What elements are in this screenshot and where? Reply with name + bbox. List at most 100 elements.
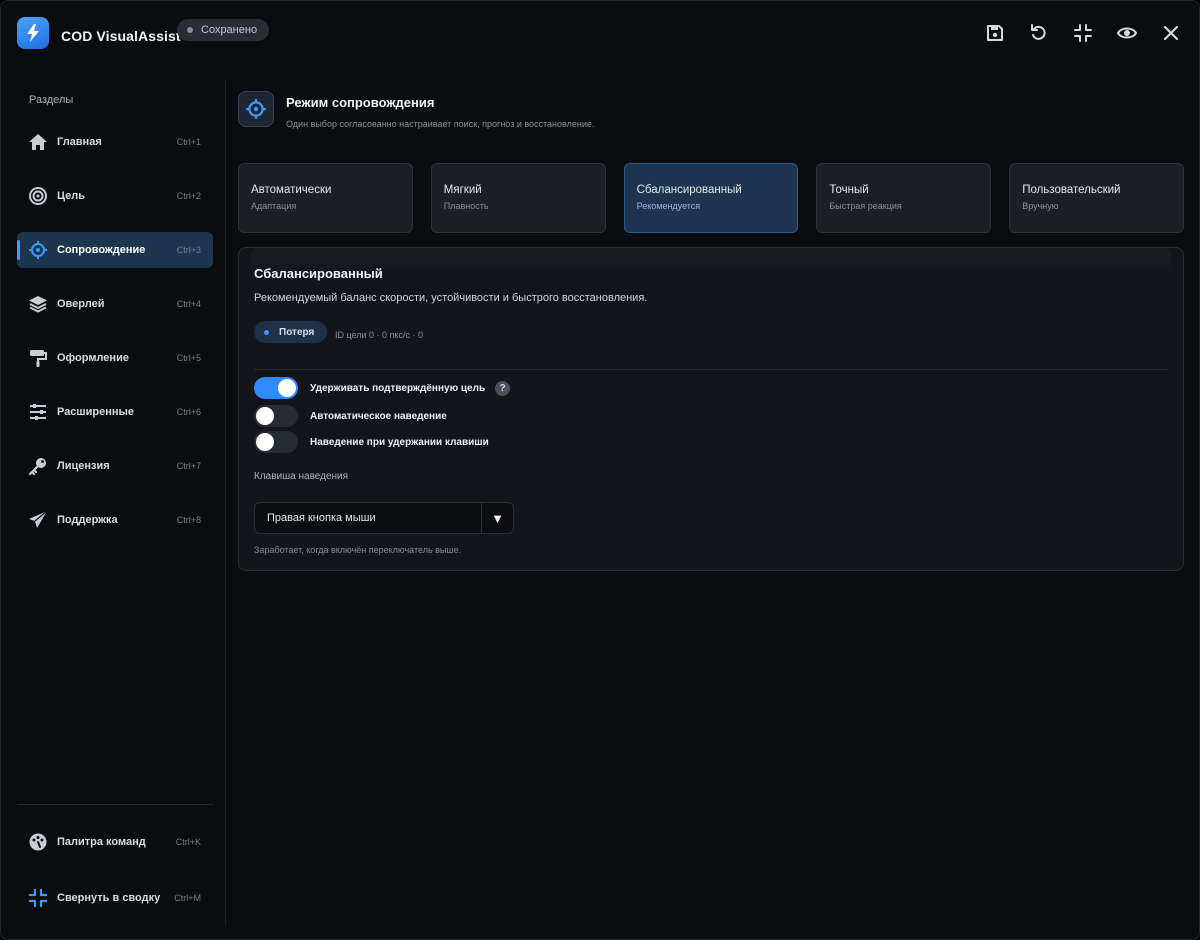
sidebar-item-shortcut: Ctrl+2 (176, 191, 201, 201)
save-icon (987, 25, 1003, 41)
toggle-row-auto-aim: Автоматическое наведение (254, 405, 447, 427)
collapse-button[interactable] (1061, 21, 1105, 45)
aim-key-label: Клавиша наведения (254, 471, 349, 482)
toggle-label: Наведение при удержании клавиши (310, 436, 489, 448)
sidebar-item-shortcut: Ctrl+1 (176, 137, 201, 147)
close-button[interactable] (1149, 21, 1193, 45)
sidebar-item-shortcut: Ctrl+6 (176, 407, 201, 417)
preset-balanced[interactable]: Сбалансированный Рекомендуется (623, 163, 799, 233)
sidebar-item-label: Поддержка (57, 514, 118, 526)
sidebar-item-command-palette[interactable]: Палитра команд Ctrl+K (17, 824, 213, 860)
sidebar-item-target[interactable]: Цель Ctrl+2 (17, 178, 213, 214)
preview-button[interactable] (1105, 21, 1149, 45)
close-icon (1163, 25, 1179, 41)
sidebar-item-support[interactable]: Поддержка Ctrl+8 (17, 502, 213, 538)
paint-roller-icon (27, 347, 49, 369)
toggle-row-hold-key-aim: Наведение при удержании клавиши (254, 431, 489, 453)
sidebar-item-appearance[interactable]: Оформление Ctrl+5 (17, 340, 213, 376)
sidebar-item-label: Оформление (57, 352, 129, 364)
status-badge: Потеря (254, 321, 328, 343)
sidebar-divider (17, 804, 213, 805)
preset-soft[interactable]: Мягкий Плавность (430, 163, 606, 233)
crosshair-icon (27, 239, 49, 261)
layers-icon (27, 293, 49, 315)
sidebar-item-label: Палитра команд (57, 836, 146, 848)
sliders-icon (27, 401, 49, 423)
sidebar-item-license[interactable]: Лицензия Ctrl+7 (17, 448, 213, 484)
toggle-label: Автоматическое наведение (310, 410, 447, 422)
detail-title: Сбалансированный (254, 266, 383, 281)
preset-name: Мягкий (443, 184, 482, 196)
preset-desc: Вручную (1022, 201, 1059, 211)
toggle-label: Удерживать подтверждённую цель (310, 382, 486, 394)
sidebar-item-label: Расширенные (57, 406, 134, 418)
preset-name: Автоматически (251, 184, 332, 196)
sidebar-item-label: Лицензия (57, 460, 110, 472)
sidebar-item-home[interactable]: Главная Ctrl+1 (17, 124, 213, 160)
collapse-icon (1074, 24, 1092, 42)
preset-precise[interactable]: Точный Быстрая реакция (816, 163, 992, 233)
sidebar-item-overlay[interactable]: Оверлей Ctrl+4 (17, 286, 213, 322)
sidebar-bottom-nav: Палитра команд Ctrl+K Свернуть в сводку … (17, 824, 213, 936)
preset-auto[interactable]: Автоматически Адаптация (238, 163, 413, 233)
toggle-knob (278, 379, 296, 397)
preset-desc: Плавность (443, 201, 489, 211)
save-button[interactable] (973, 21, 1017, 45)
preset-name: Точный (829, 184, 869, 196)
sidebar-item-label: Оверлей (57, 298, 105, 310)
save-status-text: Сохранено (201, 24, 258, 36)
sidebar-item-collapse-summary[interactable]: Свернуть в сводку Ctrl+M (17, 880, 213, 916)
page-subtitle: Один выбор согласованно настраивает поис… (286, 119, 595, 129)
page-title: Режим сопровождения (286, 95, 435, 110)
status-dot (264, 329, 269, 335)
sidebar-item-tracking[interactable]: Сопровождение Ctrl+3 (17, 232, 213, 268)
app-window: COD VisualAssist Сохранено Разделы Главн… (0, 0, 1200, 940)
sidebar-item-shortcut: Ctrl+8 (176, 515, 201, 525)
title-bar: COD VisualAssist Сохранено (1, 1, 1199, 65)
sidebar-item-shortcut: Ctrl+3 (176, 245, 201, 255)
sidebar-item-label: Сопровождение (57, 244, 146, 256)
hold-key-aim-toggle[interactable] (254, 431, 298, 453)
sidebar-item-shortcut: Ctrl+7 (176, 461, 201, 471)
status-text: Потеря (279, 326, 315, 338)
preset-selector: Автоматически Адаптация Мягкий Плавность… (238, 163, 1184, 233)
card-divider (254, 369, 1169, 370)
sidebar-item-label: Главная (57, 136, 102, 148)
toggle-knob (256, 433, 274, 451)
lightning-icon (17, 17, 49, 49)
crosshair-icon (238, 91, 274, 127)
status-meta: ID цели 0 · 0 пкс/с · 0 (335, 330, 423, 340)
aim-key-value: Правая кнопка мыши (267, 512, 376, 524)
preset-desc: Быстрая реакция (829, 201, 902, 211)
home-icon (27, 131, 49, 153)
card-header-shade (251, 248, 1171, 276)
undo-button[interactable] (1017, 21, 1061, 45)
preset-desc: Рекомендуется (636, 201, 701, 211)
app-title: COD VisualAssist (61, 28, 181, 44)
preset-name: Сбалансированный (636, 184, 742, 196)
aim-key-select[interactable]: Правая кнопка мыши ▼ (254, 502, 514, 534)
status-dot (187, 27, 193, 33)
preset-custom[interactable]: Пользовательский Вручную (1009, 163, 1184, 233)
aim-key-hint: Заработает, когда включён переключатель … (254, 545, 462, 555)
sidebar-item-label: Свернуть в сводку (57, 892, 161, 904)
chevron-down-icon[interactable]: ▼ (481, 503, 513, 533)
palette-icon (27, 831, 49, 853)
sidebar-item-label: Цель (57, 190, 86, 202)
preset-name: Пользовательский (1022, 184, 1121, 196)
sidebar-item-shortcut: Ctrl+5 (176, 353, 201, 363)
eye-icon (1117, 27, 1137, 39)
help-icon[interactable]: ? (495, 380, 511, 396)
paper-plane-icon (27, 509, 49, 531)
detail-description: Рекомендуемый баланс скорости, устойчиво… (254, 292, 648, 304)
auto-aim-toggle[interactable] (254, 405, 298, 427)
sidebar-item-shortcut: Ctrl+M (174, 893, 201, 903)
undo-icon (1031, 24, 1046, 40)
toggle-knob (256, 407, 274, 425)
sidebar-heading: Разделы (29, 94, 74, 106)
window-actions (973, 21, 1193, 45)
sidebar-item-advanced[interactable]: Расширенные Ctrl+6 (17, 394, 213, 430)
preset-desc: Адаптация (251, 201, 297, 211)
compress-icon (27, 887, 49, 909)
hold-target-toggle[interactable] (254, 377, 298, 399)
